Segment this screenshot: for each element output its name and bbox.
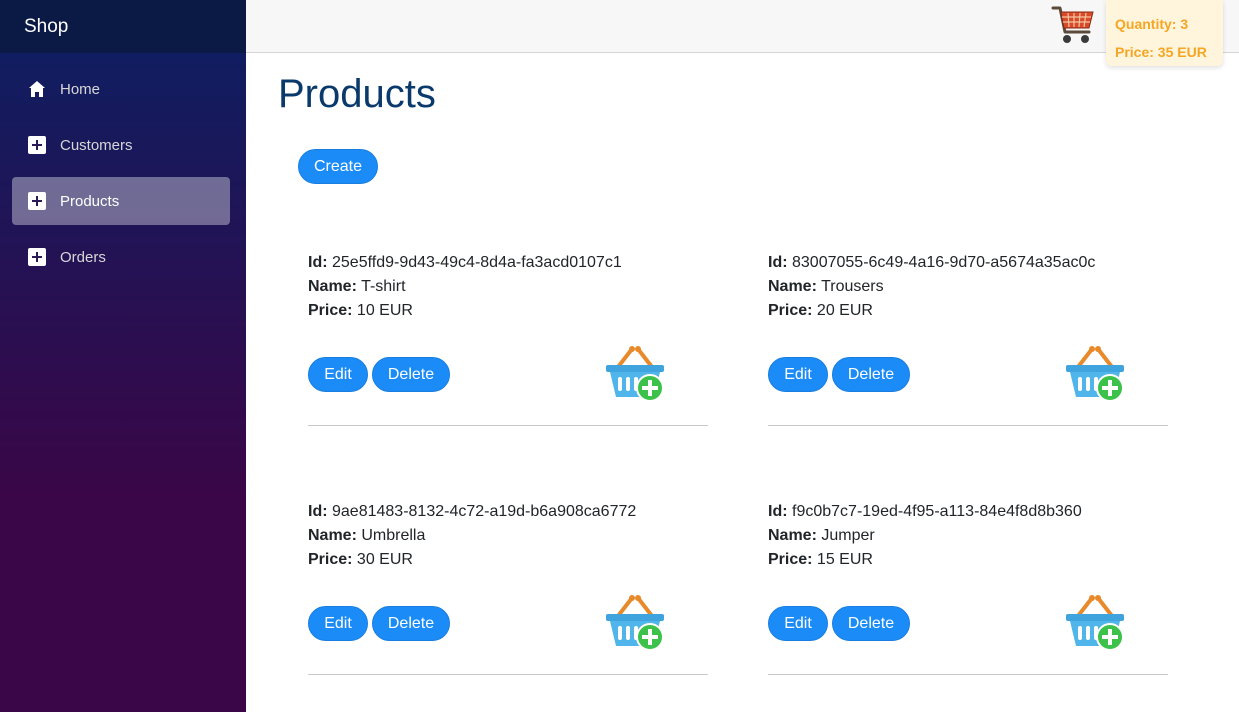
product-card: Id: 25e5ffd9-9d43-49c4-8d4a-fa3acd0107c1… — [308, 251, 708, 426]
name-label: Name: — [308, 278, 357, 295]
sidebar-item-orders[interactable]: Orders — [12, 233, 230, 281]
plus-icon — [28, 248, 46, 266]
id-label: Id: — [308, 254, 328, 271]
card-actions: Edit Delete — [768, 357, 910, 392]
delete-button[interactable]: Delete — [832, 357, 910, 392]
add-to-basket-icon[interactable] — [1064, 345, 1126, 403]
price-label: Price: — [768, 551, 813, 568]
edit-button[interactable]: Edit — [308, 357, 368, 392]
home-icon — [28, 80, 46, 98]
price-label: Price: — [308, 302, 353, 319]
product-id-row: Id: 25e5ffd9-9d43-49c4-8d4a-fa3acd0107c1 — [308, 251, 708, 275]
sidebar-nav: Home Customers Products Orders — [0, 53, 246, 281]
name-label: Name: — [308, 527, 357, 544]
sidebar-item-label: Customers — [60, 136, 133, 154]
add-to-basket-icon[interactable] — [604, 345, 666, 403]
shopping-cart-icon[interactable] — [1051, 4, 1095, 46]
id-label: Id: — [768, 254, 788, 271]
id-label: Id: — [768, 503, 788, 520]
product-price: 30 EUR — [356, 551, 413, 568]
product-id-row: Id: f9c0b7c7-19ed-4f95-a113-84e4f8d8b360 — [768, 500, 1168, 524]
product-price-row: Price: 30 EUR — [308, 548, 708, 572]
cart-summary: Quantity: 3 Price: 35 EUR — [1106, 0, 1223, 66]
product-id-row: Id: 83007055-6c49-4a16-9d70-a5674a35ac0c — [768, 251, 1168, 275]
card-actions: Edit Delete — [308, 357, 450, 392]
create-button[interactable]: Create — [298, 149, 378, 184]
product-id: 83007055-6c49-4a16-9d70-a5674a35ac0c — [792, 254, 1096, 271]
card-actions: Edit Delete — [768, 606, 910, 641]
sidebar-item-customers[interactable]: Customers — [12, 121, 230, 169]
name-label: Name: — [768, 278, 817, 295]
brand-bar: Shop — [0, 0, 246, 53]
sidebar-item-label: Orders — [60, 248, 106, 266]
cart-price: Price: 35 EUR — [1115, 44, 1207, 60]
product-price-row: Price: 15 EUR — [768, 548, 1168, 572]
product-card: Id: 9ae81483-8132-4c72-a19d-b6a908ca6772… — [308, 500, 708, 675]
sidebar: Shop Home Customers Products Orders — [0, 0, 246, 712]
product-card: Id: f9c0b7c7-19ed-4f95-a113-84e4f8d8b360… — [768, 500, 1168, 675]
sidebar-item-label: Products — [60, 192, 120, 210]
id-label: Id: — [308, 503, 328, 520]
add-to-basket-icon[interactable] — [604, 594, 666, 652]
product-name: T-shirt — [361, 278, 406, 295]
sidebar-item-label: Home — [60, 80, 101, 98]
page-title: Products — [278, 72, 436, 116]
product-id: 9ae81483-8132-4c72-a19d-b6a908ca6772 — [332, 503, 637, 520]
add-to-basket-icon[interactable] — [1064, 594, 1126, 652]
product-name: Trousers — [821, 278, 884, 295]
cart-quantity: Quantity: 3 — [1115, 16, 1189, 32]
product-price: 15 EUR — [816, 551, 873, 568]
sidebar-item-products[interactable]: Products — [12, 177, 230, 225]
delete-button[interactable]: Delete — [372, 357, 450, 392]
product-price-row: Price: 10 EUR — [308, 299, 708, 323]
brand-title[interactable]: Shop — [24, 16, 68, 38]
product-id-row: Id: 9ae81483-8132-4c72-a19d-b6a908ca6772 — [308, 500, 708, 524]
edit-button[interactable]: Edit — [308, 606, 368, 641]
name-label: Name: — [768, 527, 817, 544]
product-name: Umbrella — [361, 527, 426, 544]
plus-icon — [28, 192, 46, 210]
edit-button[interactable]: Edit — [768, 357, 828, 392]
product-id: f9c0b7c7-19ed-4f95-a113-84e4f8d8b360 — [792, 503, 1082, 520]
product-card: Id: 83007055-6c49-4a16-9d70-a5674a35ac0c… — [768, 251, 1168, 426]
card-actions: Edit Delete — [308, 606, 450, 641]
price-label: Price: — [768, 302, 813, 319]
product-name-row: Name: Umbrella — [308, 524, 708, 548]
product-name: Jumper — [821, 527, 875, 544]
plus-icon — [28, 136, 46, 154]
delete-button[interactable]: Delete — [372, 606, 450, 641]
product-price-row: Price: 20 EUR — [768, 299, 1168, 323]
price-label: Price: — [308, 551, 353, 568]
product-id: 25e5ffd9-9d43-49c4-8d4a-fa3acd0107c1 — [332, 254, 622, 271]
product-price: 10 EUR — [356, 302, 413, 319]
product-name-row: Name: Trousers — [768, 275, 1168, 299]
sidebar-item-home[interactable]: Home — [12, 65, 230, 113]
edit-button[interactable]: Edit — [768, 606, 828, 641]
product-name-row: Name: Jumper — [768, 524, 1168, 548]
product-name-row: Name: T-shirt — [308, 275, 708, 299]
product-price: 20 EUR — [816, 302, 873, 319]
delete-button[interactable]: Delete — [832, 606, 910, 641]
